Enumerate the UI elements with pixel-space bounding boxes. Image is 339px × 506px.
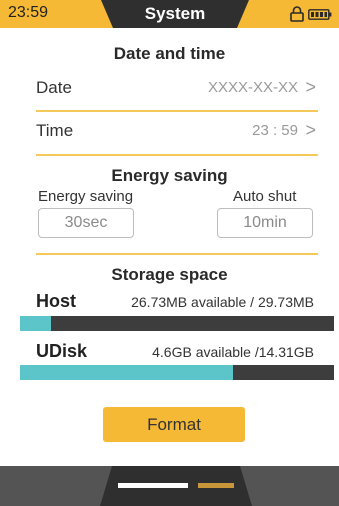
time-row[interactable]: Time 23 : 59 > — [36, 113, 318, 153]
date-row[interactable]: Date XXXX-XX-XX > — [36, 70, 318, 110]
udisk-capacity-text: 4.6GB available /14.31GB — [152, 344, 314, 360]
udisk-label: UDisk — [36, 341, 88, 361]
date-value: XXXX-XX-XX — [207, 79, 298, 96]
battery-icon — [308, 9, 332, 20]
host-capacity-text: 26.73MB available / 29.73MB — [131, 294, 314, 310]
date-time-title: Date and time — [113, 44, 226, 63]
date-label: Date — [36, 78, 72, 97]
page-title: System — [101, 0, 249, 28]
time-label: Time — [36, 121, 74, 140]
udisk-usage-fill — [20, 365, 234, 380]
energy-saving-field[interactable]: 30sec — [38, 208, 134, 238]
divider — [36, 253, 318, 255]
page-indicator[interactable] — [198, 483, 234, 488]
lock-icon — [290, 6, 304, 22]
udisk-usage-bar — [20, 365, 334, 380]
format-button[interactable]: Format — [103, 407, 245, 442]
host-usage-fill — [20, 316, 52, 331]
energy-saving-title: Energy saving — [111, 166, 228, 185]
time-value: 23 : 59 — [252, 122, 298, 139]
auto-shut-field[interactable]: 10min — [217, 208, 313, 238]
status-clock: 23:59 — [8, 4, 49, 21]
host-usage-bar — [20, 316, 334, 331]
status-bar: 23:59 System — [0, 0, 339, 28]
host-label: Host — [36, 291, 76, 311]
auto-shut-label: Auto shut — [233, 188, 297, 205]
divider — [36, 110, 318, 112]
chevron-right-icon: > — [305, 77, 316, 97]
chevron-right-icon: > — [305, 120, 316, 140]
storage-space-title: Storage space — [111, 265, 228, 284]
energy-saving-label: Energy saving — [38, 188, 134, 205]
divider — [36, 154, 318, 156]
page-indicator-active[interactable] — [118, 483, 188, 488]
